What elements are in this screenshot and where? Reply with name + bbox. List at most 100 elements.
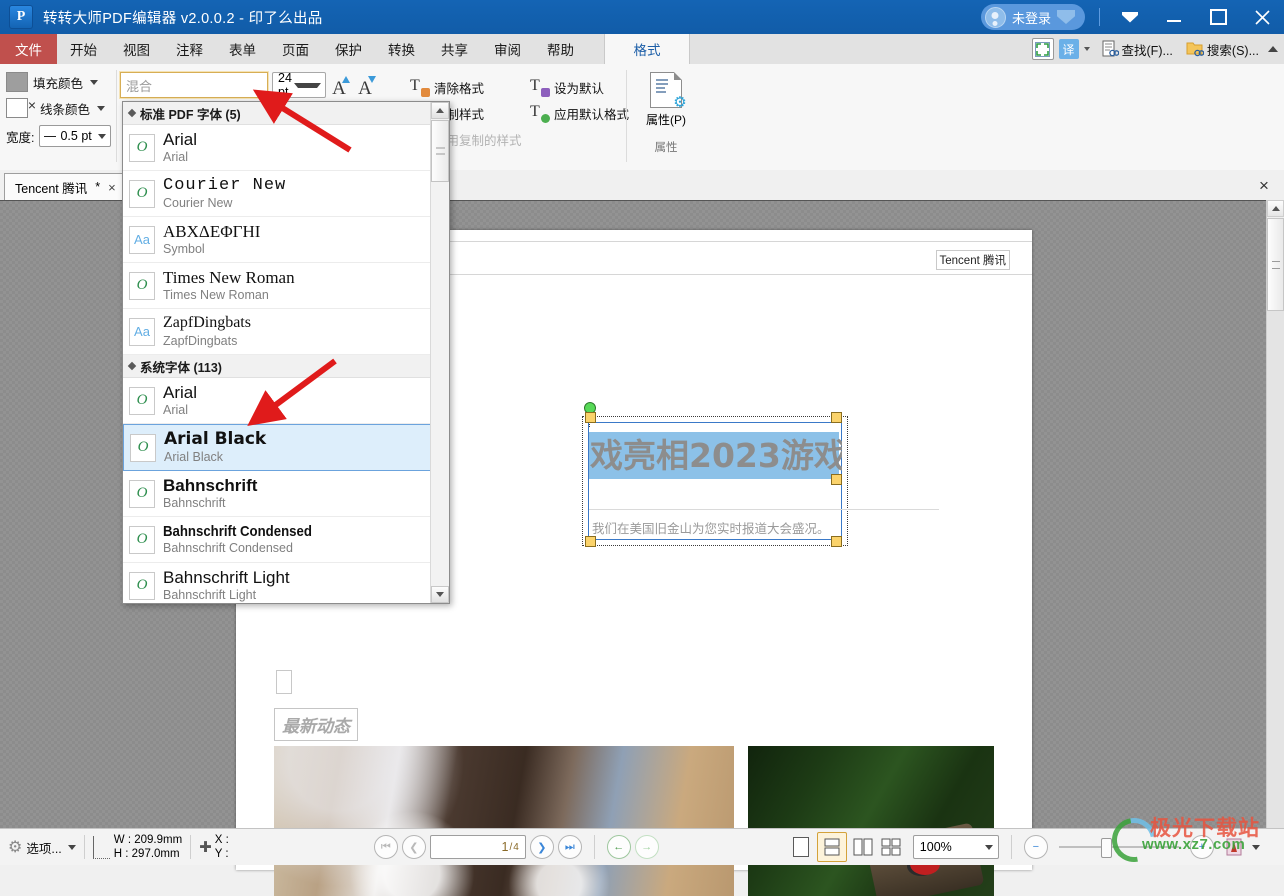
resize-handle-bottom-right[interactable]	[831, 536, 842, 547]
dropdown-scroll-down-button[interactable]	[431, 586, 449, 603]
apply-default-format-label: 应用默认格式	[554, 107, 630, 122]
menu-item-5[interactable]: 保护	[322, 34, 375, 64]
font-name: Symbol	[163, 242, 205, 257]
close-button[interactable]	[1240, 0, 1284, 34]
zoom-in-button[interactable]: +	[1189, 835, 1214, 859]
search-button[interactable]: 搜索(S)...	[1186, 40, 1259, 59]
fill-color-chevron-down-icon[interactable]	[90, 79, 99, 85]
options-label[interactable]: 选项...	[26, 838, 61, 857]
menu-item-2[interactable]: 注释	[163, 34, 216, 64]
translate-dropdown-caret-icon[interactable]	[1083, 47, 1090, 51]
font-list-item[interactable]: O Bahnschrift Bahnschrift	[123, 471, 431, 517]
clear-format-button[interactable]: T 清除格式	[410, 74, 522, 100]
font-list-item[interactable]: O Bahnschrift Light Bahnschrift Light	[123, 563, 431, 603]
document-tab[interactable]: Tencent 腾讯 * ×	[4, 173, 123, 200]
zoom-slider[interactable]	[1058, 838, 1179, 858]
decrease-font-size-button[interactable]: A	[352, 72, 378, 98]
font-list-item[interactable]: O Courier New Courier New	[123, 171, 431, 217]
set-default-button[interactable]: T 设为默认	[530, 74, 629, 100]
font-list[interactable]: 标准 PDF 字体 (5) O Arial Arial O Courier Ne…	[123, 102, 431, 603]
scrollbar-thumb[interactable]	[1267, 218, 1284, 311]
menu-bar-right: 译 查找(F)... 搜索(S)...	[1031, 34, 1284, 64]
width-dropdown[interactable]: 0.5 pt	[39, 125, 111, 147]
menu-item-8[interactable]: 审阅	[481, 34, 534, 64]
apply-default-format-button[interactable]: T 应用默认格式	[530, 100, 629, 126]
maximize-button[interactable]	[1196, 0, 1240, 34]
scroll-up-button[interactable]	[1267, 200, 1284, 217]
dropdown-scroll-up-button[interactable]	[431, 102, 449, 119]
font-size-chevron-down-icon[interactable]	[294, 82, 321, 88]
translate-icon[interactable]: 译	[1058, 39, 1079, 59]
find-button[interactable]: 查找(F)...	[1101, 40, 1173, 59]
navigate-forward-button[interactable]: →	[634, 835, 659, 859]
fullscreen-icon[interactable]	[1031, 38, 1054, 60]
font-list-item[interactable]: Aa ZapfDingbats ZapfDingbats	[123, 309, 431, 355]
dropdown-scrollbar-thumb[interactable]	[431, 120, 449, 182]
next-page-button[interactable]: ❯	[529, 835, 554, 859]
cursor-x: X :	[214, 834, 229, 846]
vertical-scrollbar[interactable]	[1266, 200, 1284, 828]
resize-handle-top[interactable]	[585, 412, 596, 423]
two-page-view-button[interactable]	[851, 835, 875, 859]
menu-item-0[interactable]: 开始	[57, 34, 110, 64]
options-chevron-down-icon[interactable]	[67, 844, 76, 850]
menu-item-7[interactable]: 共享	[428, 34, 481, 64]
ribbon-options-button[interactable]	[1108, 0, 1152, 34]
resize-handle-middle-right[interactable]	[831, 474, 842, 485]
dropdown-scrollbar[interactable]	[430, 102, 449, 603]
menu-item-3[interactable]: 表单	[216, 34, 269, 64]
width-label: 宽度:	[6, 130, 35, 145]
font-family-dropdown-list[interactable]: 标准 PDF 字体 (5) O Arial Arial O Courier Ne…	[122, 101, 450, 604]
font-list-item-selected[interactable]: O Arial Black Arial Black	[123, 424, 431, 471]
font-list-item[interactable]: O Times New Roman Times New Roman	[123, 263, 431, 309]
menu-item-9[interactable]: 帮助	[534, 34, 587, 64]
minimize-button[interactable]	[1152, 0, 1196, 34]
page-number-input[interactable]: 1 / 4	[429, 835, 526, 859]
line-color-control[interactable]: 线条颜色	[6, 95, 114, 121]
close-document-button[interactable]: ×	[1252, 174, 1276, 198]
scrollbar-track[interactable]	[1267, 311, 1284, 828]
four-page-view-button[interactable]	[879, 835, 903, 859]
font-group-header-system: 系统字体 (113)	[123, 355, 431, 378]
first-page-button[interactable]: ⏮	[373, 835, 398, 859]
font-size-combobox[interactable]: 24 pt	[272, 71, 326, 99]
font-list-item[interactable]: Aa ΑΒΧΔΕΦΓΗΙ Symbol	[123, 217, 431, 263]
prev-page-button[interactable]: ❮	[401, 835, 426, 859]
width-chevron-down-icon[interactable]	[97, 133, 106, 139]
resize-handle-top-right[interactable]	[831, 412, 842, 423]
properties-label: 属性(P)	[646, 113, 686, 127]
login-status-button[interactable]: 未登录	[980, 4, 1085, 30]
ribbon-group-colors: 填充颜色 线条颜色 宽度: 0.5 pt	[6, 69, 114, 149]
placeholder-glyph-box	[276, 670, 292, 694]
resize-handle-bottom[interactable]	[585, 536, 596, 547]
tab-format[interactable]: 格式	[604, 34, 690, 64]
fill-color-swatch[interactable]	[6, 72, 28, 92]
opentype-badge-icon: O	[129, 179, 155, 208]
line-color-swatch[interactable]	[6, 97, 36, 118]
menu-file[interactable]: 文件	[0, 34, 57, 64]
menu-item-1[interactable]: 视图	[110, 34, 163, 64]
menu-item-4[interactable]: 页面	[269, 34, 322, 64]
export-chevron-down-icon[interactable]	[1251, 844, 1260, 850]
increase-font-size-button[interactable]: A	[326, 72, 352, 98]
zoom-chevron-down-icon[interactable]	[984, 844, 993, 850]
zoom-out-button[interactable]: −	[1023, 835, 1048, 859]
properties-button[interactable]: ⚙	[650, 72, 687, 110]
adobe-export-button[interactable]	[1222, 835, 1246, 859]
line-color-chevron-down-icon[interactable]	[97, 105, 106, 111]
last-page-button[interactable]: ⏭	[557, 835, 582, 859]
font-list-item[interactable]: O Arial Arial	[123, 378, 431, 424]
page-navigation: ⏮ ❮ 1 / 4 ❯ ⏭ ← →	[373, 835, 659, 859]
zoom-slider-knob[interactable]	[1100, 838, 1112, 858]
collapse-ribbon-icon[interactable]	[1268, 46, 1278, 52]
menu-item-6[interactable]: 转换	[375, 34, 428, 64]
navigate-back-button[interactable]: ←	[606, 835, 631, 859]
font-family-combobox[interactable]	[120, 72, 313, 98]
fill-color-control[interactable]: 填充颜色	[6, 69, 114, 95]
continuous-view-button[interactable]	[816, 832, 847, 862]
font-list-item[interactable]: O Bahnschrift Condensed Bahnschrift Cond…	[123, 517, 431, 563]
document-tab-close-icon[interactable]: ×	[108, 180, 116, 195]
font-list-item[interactable]: O Arial Arial	[123, 125, 431, 171]
zoom-level-combobox[interactable]: 100%	[912, 835, 999, 859]
single-page-view-button[interactable]	[789, 835, 813, 859]
